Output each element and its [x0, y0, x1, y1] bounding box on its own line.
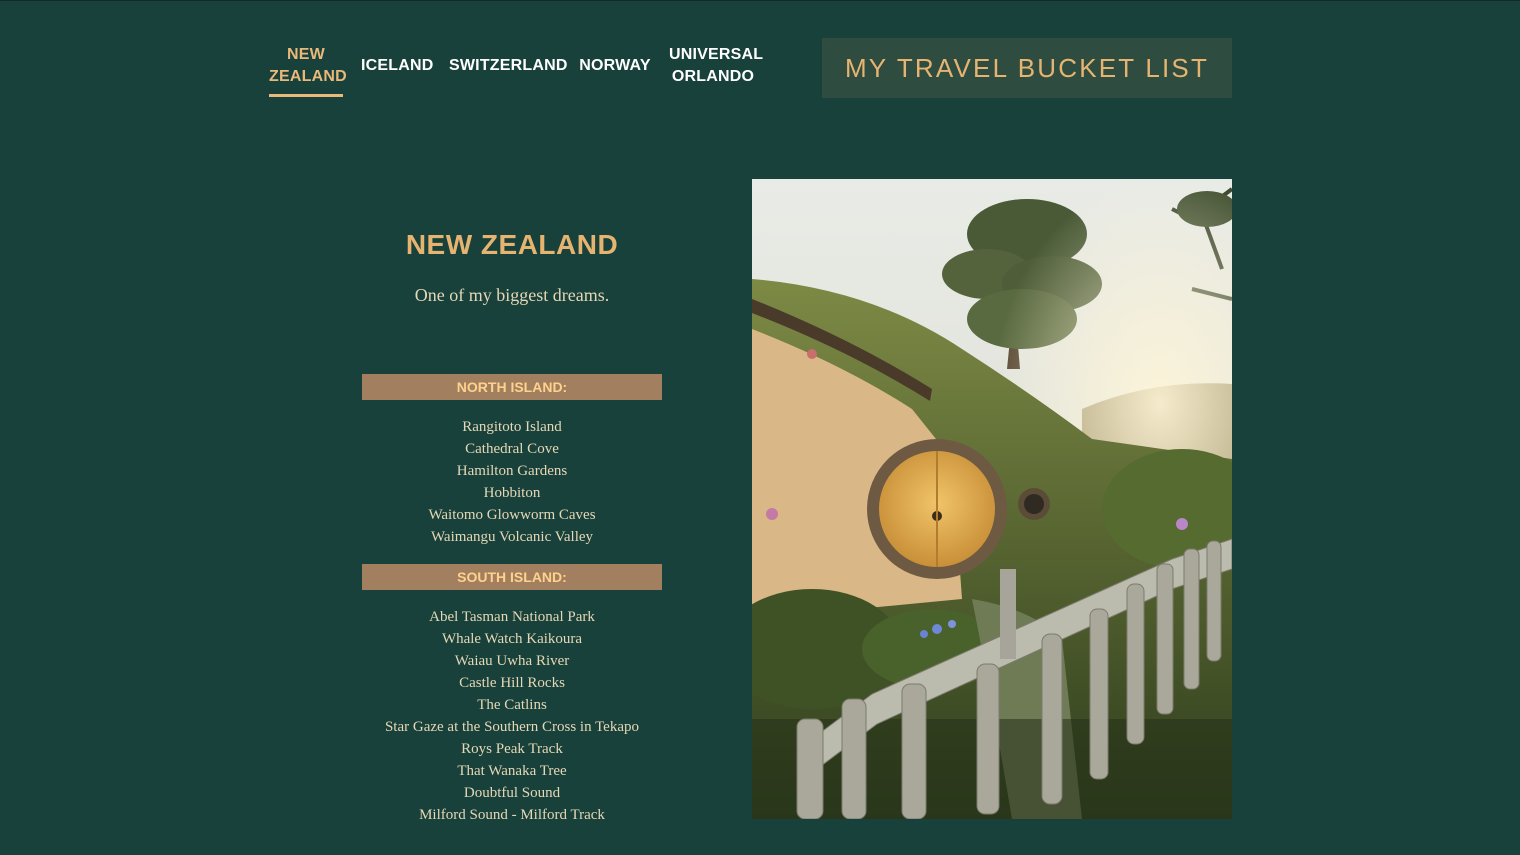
list-item: Roys Peak Track [461, 741, 563, 757]
hobbit-hole-photo [752, 179, 1232, 819]
list-item: Waitomo Glowworm Caves [428, 507, 596, 523]
nav-link-switzerland[interactable]: SWITZERLAND [449, 37, 567, 77]
destination-panel: NEW ZEALAND One of my biggest dreams. NO… [362, 223, 662, 823]
nav-link-new-zealand[interactable]: NEW ZEALAND [269, 37, 347, 97]
north-island-list: Rangitoto Island Cathedral Cove Hamilton… [362, 416, 662, 548]
nav-link-norway[interactable]: NORWAY [579, 37, 651, 77]
list-item: Waimangu Volcanic Valley [430, 529, 594, 545]
active-underline [269, 94, 343, 97]
list-item: Star Gaze at the Southern Cross in Tekap… [384, 719, 640, 735]
list-item: The Catlins [477, 697, 547, 713]
nav-label: NORWAY [579, 57, 651, 74]
main-nav: NEW ZEALAND ICELAND SWITZERLAND NORWAY U… [262, 37, 763, 103]
north-island-header: NORTH ISLAND: [362, 374, 662, 400]
list-item: Whale Watch Kaikoura [441, 631, 583, 647]
list-item: Abel Tasman National Park [429, 609, 595, 625]
nav-label-line2: ZEALAND [269, 68, 347, 85]
nav-label: ICELAND [361, 57, 434, 74]
list-item: Milford Sound - Milford Track [419, 807, 605, 823]
list-item: Cathedral Cove [465, 441, 559, 457]
list-item: Doubtful Sound [463, 785, 561, 801]
south-island-header: SOUTH ISLAND: [362, 564, 662, 590]
list-item: Waiau Uwha River [454, 653, 570, 669]
nav-label-line1: NEW [287, 46, 325, 63]
list-item: Castle Hill Rocks [459, 675, 565, 691]
south-island-list: Abel Tasman National Park Whale Watch Ka… [362, 606, 662, 826]
nav-link-universal-orlando[interactable]: UNIVERSAL ORLANDO [669, 37, 763, 88]
nav-label-line2: ORLANDO [671, 68, 755, 85]
destination-heading: NEW ZEALAND [405, 229, 619, 260]
nav-label-line1: UNIVERSAL [669, 46, 764, 63]
nav-link-iceland[interactable]: ICELAND [361, 37, 434, 77]
nav-label: SWITZERLAND [449, 57, 568, 74]
list-item: Hobbiton [483, 485, 541, 501]
list-item: That Wanaka Tree [457, 763, 567, 779]
list-item: Hamilton Gardens [456, 463, 568, 479]
list-item: Rangitoto Island [462, 419, 562, 435]
destination-subheading: One of my biggest dreams. [414, 285, 610, 305]
site-title-box: MY TRAVEL BUCKET LIST [822, 38, 1232, 98]
site-title: MY TRAVEL BUCKET LIST [844, 52, 1210, 83]
